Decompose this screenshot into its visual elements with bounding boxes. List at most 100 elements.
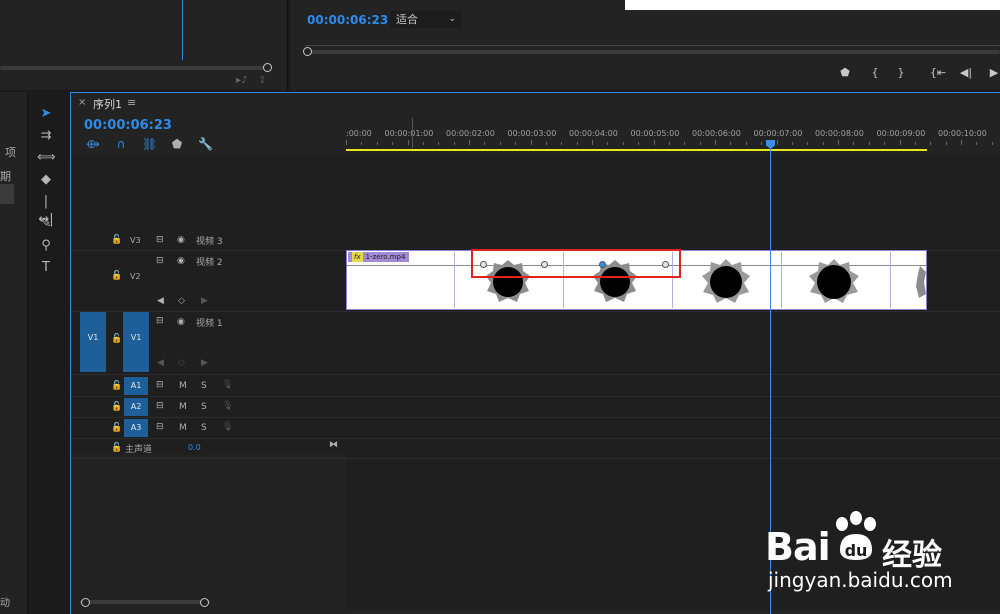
master-volume-value[interactable]: 0.0 (188, 443, 201, 452)
track-id-a2[interactable]: A2 (124, 398, 148, 416)
prev-keyframe-icon[interactable]: ◀ (157, 296, 164, 306)
eye-icon[interactable]: ◉ (177, 235, 185, 245)
tools-panel: ➤ ⇉ ⟺ ◆ |↔| ✎ ⚲ T (31, 105, 61, 295)
wrench-icon[interactable]: 🔧 (198, 137, 213, 151)
ruler-tick (392, 142, 394, 145)
project-text-1: 项 (5, 146, 16, 159)
pen-tool-icon[interactable]: ✎ (37, 215, 55, 233)
ruler-tick-label: 00:00:04:00 (569, 129, 618, 138)
close-icon[interactable]: × (78, 97, 86, 108)
sync-lock-icon[interactable]: ⊟ (156, 401, 164, 411)
sync-lock-icon[interactable]: ⊟ (156, 380, 164, 390)
track-row-v1: V1 🔓 V1 ⊟ ◉ 视频 1 ◀ ◇ ▶ (71, 312, 1000, 375)
lock-icon[interactable]: 🔓 (111, 423, 122, 433)
track-id-v2[interactable]: V2 (130, 272, 141, 281)
go-to-end-icon[interactable]: ⧓ (329, 440, 338, 450)
sequence-tab-title[interactable]: 序列1 (93, 96, 122, 112)
in-point-icon[interactable]: { (866, 66, 884, 79)
nest-icon[interactable]: ⟴ (86, 137, 100, 151)
ruler-tick (930, 142, 932, 145)
play-icon[interactable]: ▶ (985, 66, 1000, 79)
track-select-icon[interactable]: ⇉ (37, 127, 55, 145)
work-area-bar[interactable] (346, 149, 927, 151)
sync-lock-icon[interactable]: ⊟ (156, 235, 164, 245)
track-name-v1: 视频 1 (196, 319, 223, 329)
paw-logo-icon: du (836, 511, 876, 560)
source-scrubber[interactable] (0, 66, 268, 70)
ruler-tick (684, 142, 686, 145)
ripple-edit-icon[interactable]: ⟺ (37, 149, 56, 167)
eye-icon[interactable]: ◉ (177, 317, 185, 327)
frame-divider (781, 252, 782, 308)
zoom-knob-left[interactable] (81, 598, 90, 607)
fx-badge[interactable]: fx (352, 252, 363, 262)
solo-button[interactable]: S (201, 402, 207, 412)
panel-menu-icon[interactable]: ≡ (127, 96, 136, 109)
fit-value: 适合 (396, 13, 418, 26)
mute-button[interactable]: M (179, 381, 187, 391)
lock-icon[interactable]: 🔓 (111, 381, 122, 391)
source-scrub-knob[interactable] (263, 63, 272, 72)
lock-icon[interactable]: 🔓 (111, 271, 122, 281)
master-track-name: 主声道 (125, 445, 153, 455)
lock-icon[interactable]: 🔓 (111, 402, 122, 412)
sync-lock-icon[interactable]: ⊟ (156, 422, 164, 432)
solo-button[interactable]: S (201, 381, 207, 391)
zoom-knob-right[interactable] (200, 598, 209, 607)
lock-icon[interactable]: 🔓 (111, 235, 122, 245)
microphone-icon[interactable]: 🎙 (222, 380, 233, 390)
lock-icon[interactable]: 🔓 (111, 443, 122, 453)
add-keyframe-icon[interactable]: ◇ (178, 296, 185, 306)
mute-button[interactable]: M (179, 423, 187, 433)
ruler-tick (453, 142, 455, 145)
sync-lock-icon[interactable]: ⊟ (156, 316, 164, 326)
timeline-zoom-bar[interactable] (80, 600, 210, 604)
eye-icon[interactable]: ◉ (177, 256, 185, 266)
ruler-tick-label: 00:00:09:00 (876, 129, 926, 138)
track-id-a3[interactable]: A3 (124, 419, 148, 437)
fit-dropdown[interactable]: 适合 ⌄ (390, 11, 462, 28)
slip-tool-icon[interactable]: |↔| (37, 193, 55, 227)
sync-lock-icon[interactable]: ⊟ (156, 256, 164, 266)
step-back-icon[interactable]: ◀| (957, 66, 975, 79)
ruler-tick (761, 142, 763, 145)
solo-button[interactable]: S (201, 423, 207, 433)
ruler-tick (484, 142, 486, 145)
microphone-icon[interactable]: 🎙 (222, 422, 233, 432)
selection-tool-icon[interactable]: ➤ (37, 105, 55, 123)
track-id-v3[interactable]: V3 (130, 236, 141, 245)
zoom-tool-icon[interactable]: ⚲ (37, 237, 55, 255)
program-scrubber[interactable] (305, 50, 1000, 54)
prev-keyframe-icon[interactable]: ◀ (157, 358, 164, 368)
ruler-tick (545, 142, 547, 145)
snap-icon[interactable]: ∩ (114, 137, 128, 151)
ruler-tick (791, 142, 793, 145)
next-keyframe-icon[interactable]: ▶ (201, 358, 208, 368)
ruler-tick (899, 140, 901, 145)
program-scrub-knob[interactable] (303, 47, 312, 56)
insert-icon[interactable]: ▸♪ (236, 75, 247, 86)
program-ruler (305, 40, 1000, 46)
source-patch-v1[interactable]: V1 (80, 312, 106, 372)
lock-icon[interactable]: 🔓 (111, 334, 122, 344)
add-keyframe-icon[interactable]: ◇ (178, 358, 185, 368)
microphone-icon[interactable]: 🎙 (222, 401, 233, 411)
mute-button[interactable]: M (179, 402, 187, 412)
track-id-a1[interactable]: A1 (124, 377, 148, 395)
type-tool-icon[interactable]: T (37, 259, 55, 277)
sequence-timecode[interactable]: 00:00:06:23 (84, 118, 172, 133)
bullet-hole-frame (916, 266, 926, 298)
go-to-in-icon[interactable]: {⇤ (929, 66, 947, 79)
razor-tool-icon[interactable]: ◆ (37, 171, 55, 189)
next-keyframe-icon[interactable]: ▶ (201, 296, 208, 306)
track-id-v1[interactable]: V1 (123, 312, 149, 372)
ruler-tick (622, 142, 624, 145)
export-frame-icon[interactable]: ⇪ (258, 75, 266, 86)
out-point-icon[interactable]: } (892, 66, 910, 79)
linked-selection-icon[interactable]: ⛓ (142, 137, 157, 151)
add-marker-icon[interactable]: ⬟ (170, 137, 184, 151)
marker-icon[interactable]: ⬟ (836, 66, 854, 79)
project-selected-item[interactable] (0, 184, 14, 204)
program-timecode[interactable]: 00:00:06:23 (307, 13, 388, 27)
ruler-tick (469, 140, 470, 145)
